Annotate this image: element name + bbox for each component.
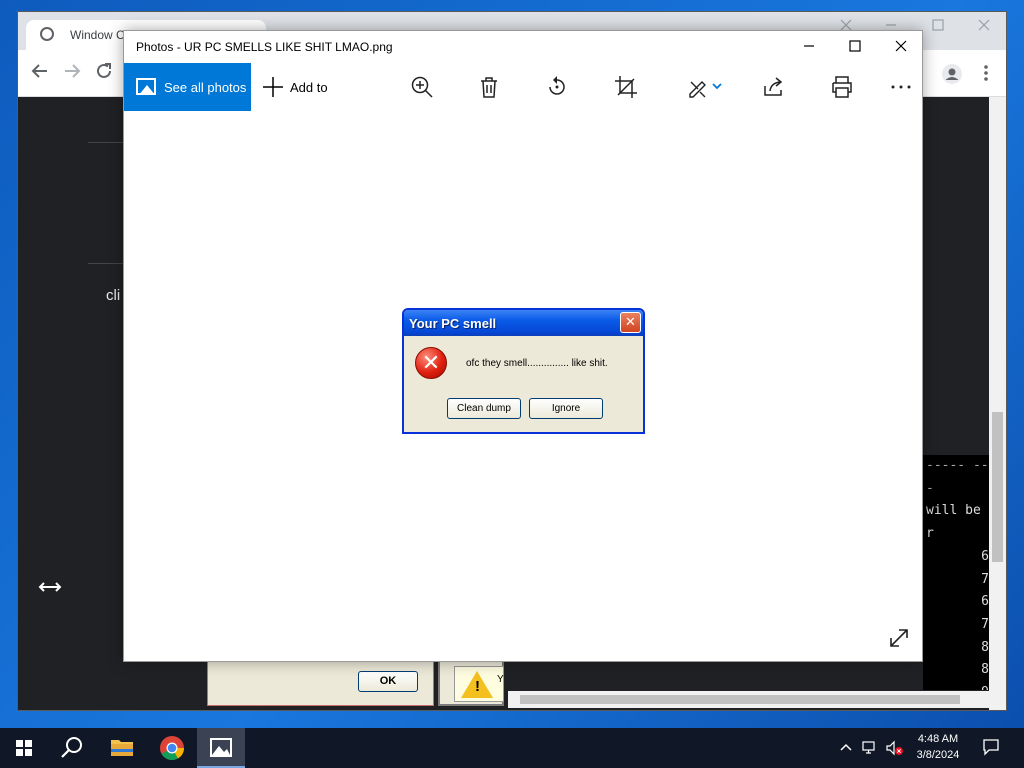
terminal-line: 6 bbox=[981, 548, 989, 564]
terminal-line: 8 bbox=[981, 662, 989, 678]
xp-close-icon: ✕ bbox=[620, 312, 641, 333]
terminal-line: ----- -- - bbox=[926, 458, 989, 496]
chrome-close-button[interactable] bbox=[961, 18, 1007, 34]
photos-taskbar-button[interactable] bbox=[197, 728, 245, 768]
see-all-photos-button[interactable]: See all photos bbox=[124, 63, 251, 111]
xp-warning-dialog: ! Y bbox=[438, 662, 504, 706]
xp-dialog-message: ofc they smell............... like shit. bbox=[466, 358, 608, 369]
terminal-line: 8 bbox=[981, 639, 989, 655]
reload-icon[interactable] bbox=[92, 62, 116, 85]
terminal-line: 7 bbox=[981, 616, 989, 632]
page-divider bbox=[88, 142, 124, 143]
ignore-button: Ignore bbox=[529, 398, 603, 419]
terminal-line: 9 bbox=[926, 682, 989, 690]
zoom-in-icon[interactable] bbox=[409, 74, 435, 100]
chrome-taskbar-button[interactable] bbox=[148, 728, 196, 768]
chrome-vertical-scrollbar[interactable] bbox=[989, 97, 1006, 710]
error-icon: ✕ bbox=[415, 347, 447, 379]
page-divider bbox=[88, 263, 124, 264]
search-icon bbox=[61, 737, 82, 758]
share-icon[interactable] bbox=[761, 74, 787, 100]
warning-panel: ! Y bbox=[454, 666, 504, 702]
notifications-icon[interactable] bbox=[982, 738, 1000, 759]
add-to-label: Add to bbox=[290, 80, 328, 95]
chrome-horizontal-scrollbar[interactable] bbox=[508, 691, 991, 708]
xp-dialog-titlebar: Your PC smell ✕ bbox=[404, 310, 643, 336]
chrome-menu-icon[interactable] bbox=[974, 64, 998, 87]
clock-date: 3/8/2024 bbox=[916, 749, 960, 761]
file-explorer-button[interactable] bbox=[98, 728, 146, 768]
photo-gallery-icon bbox=[136, 78, 156, 95]
network-icon[interactable] bbox=[862, 740, 880, 759]
crop-icon[interactable] bbox=[613, 74, 639, 100]
forward-arrow-icon[interactable] bbox=[60, 62, 84, 85]
edit-draw-icon[interactable] bbox=[686, 74, 726, 100]
xp-dialog-title: Your PC smell bbox=[409, 316, 497, 331]
delete-icon[interactable] bbox=[476, 74, 502, 100]
see-all-photos-label: See all photos bbox=[164, 80, 247, 95]
warning-text: Y bbox=[497, 674, 504, 685]
photos-titlebar[interactable]: Photos - UR PC SMELLS LIKE SHIT LMAO.png bbox=[124, 31, 922, 63]
print-icon[interactable] bbox=[829, 74, 855, 100]
photos-window-title: Photos - UR PC SMELLS LIKE SHIT LMAO.png bbox=[136, 40, 393, 54]
photos-maximize-button[interactable] bbox=[832, 31, 878, 63]
scrollbar-thumb[interactable] bbox=[520, 695, 960, 704]
volume-muted-icon[interactable] bbox=[885, 740, 905, 759]
expand-icon[interactable] bbox=[888, 627, 910, 649]
chrome-tab-title: Window Cr bbox=[70, 28, 129, 42]
show-hidden-icons-chevron-icon[interactable] bbox=[839, 740, 853, 757]
plus-icon bbox=[262, 72, 284, 105]
folder-icon bbox=[111, 740, 133, 756]
resize-cursor-icon bbox=[38, 578, 62, 599]
ok-button[interactable]: OK bbox=[358, 671, 418, 692]
profile-avatar-icon[interactable] bbox=[940, 64, 964, 89]
warning-mark: ! bbox=[475, 678, 480, 695]
photos-toolbar: See all photos Add to bbox=[124, 63, 922, 111]
globe-icon bbox=[40, 27, 54, 41]
clean-dump-button: Clean dump bbox=[447, 398, 521, 419]
start-button[interactable] bbox=[0, 728, 48, 768]
clock-time: 4:48 AM bbox=[917, 733, 959, 745]
windows-logo-icon bbox=[16, 740, 32, 756]
photos-window: Photos - UR PC SMELLS LIKE SHIT LMAO.png… bbox=[123, 30, 923, 662]
xp-background-dialog: OK bbox=[207, 662, 434, 706]
photos-minimize-button[interactable] bbox=[786, 31, 832, 63]
more-icon[interactable] bbox=[888, 74, 914, 100]
terminal-line: 6 bbox=[981, 594, 989, 610]
taskbar: 4:48 AM 3/8/2024 bbox=[0, 728, 1024, 768]
scrollbar-thumb[interactable] bbox=[992, 412, 1003, 562]
back-arrow-icon[interactable] bbox=[28, 62, 52, 85]
terminal-line: will be r bbox=[926, 503, 981, 542]
chrome-icon bbox=[160, 736, 184, 761]
clock[interactable]: 4:48 AM 3/8/2024 bbox=[906, 731, 970, 763]
xp-error-dialog-image: Your PC smell ✕ ✕ ofc they smell........… bbox=[402, 308, 645, 434]
terminal-output: ----- -- - will be r 6 7 6 7 8 8 9 1 9 1 bbox=[923, 455, 989, 690]
page-text: cli bbox=[106, 287, 121, 304]
terminal-line: 7 bbox=[981, 571, 989, 587]
photos-icon bbox=[210, 738, 232, 757]
rotate-icon[interactable] bbox=[544, 74, 570, 100]
photos-close-button[interactable] bbox=[878, 31, 924, 63]
search-button[interactable] bbox=[48, 728, 96, 768]
